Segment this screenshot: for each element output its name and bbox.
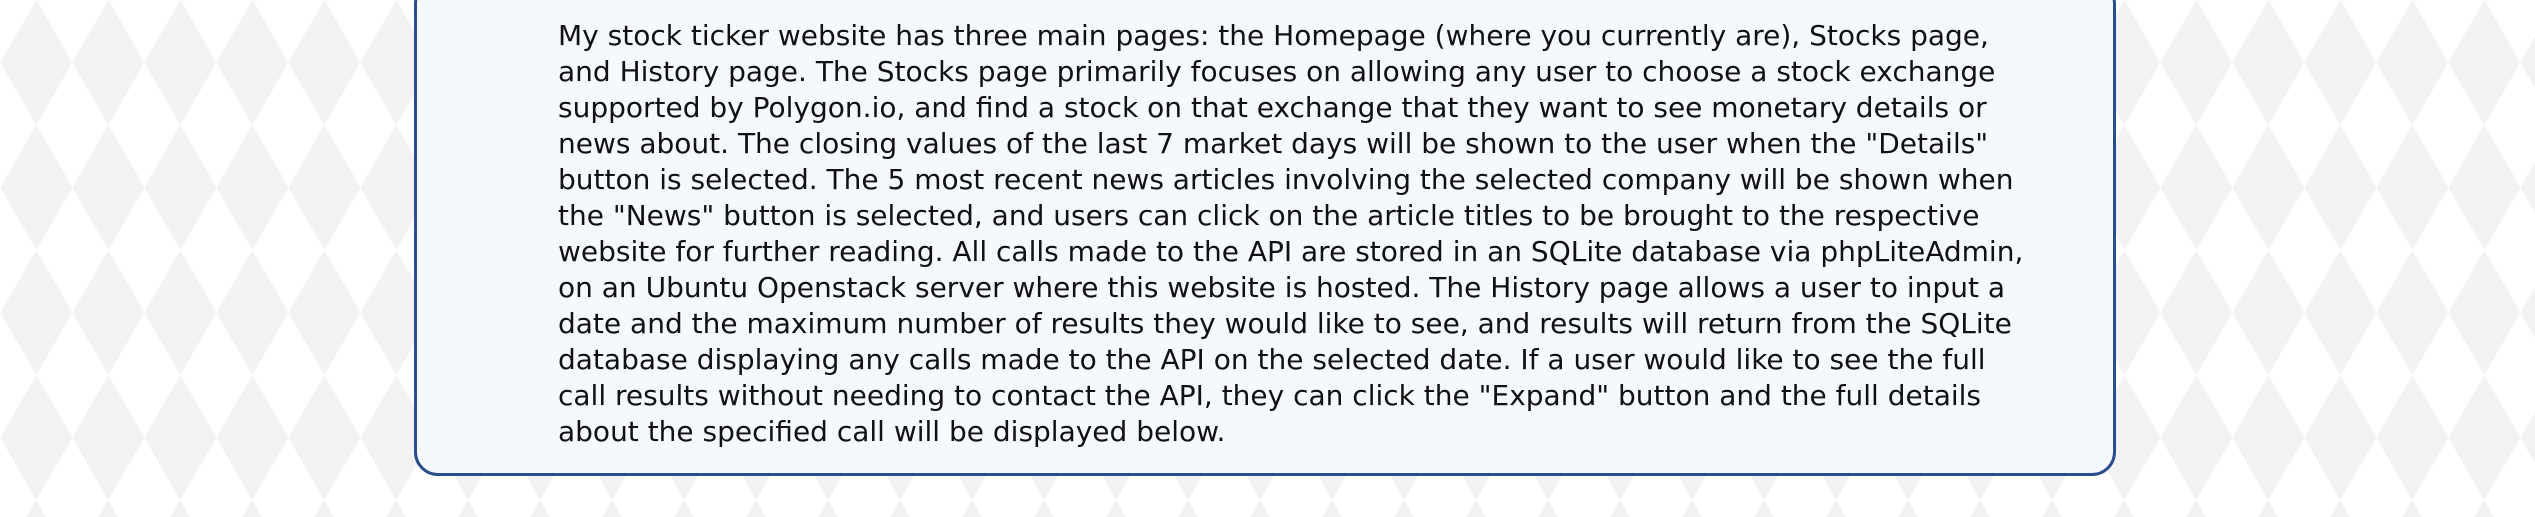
description-line: supported by Polygon.io, and find a stoc… [558,91,1987,124]
description-line: My stock ticker website has three main p… [558,19,1989,52]
description-line: date and the maximum number of results t… [558,307,2012,340]
description-line: news about. The closing values of the la… [558,127,1989,160]
description-line: and History page. The Stocks page primar… [558,55,1996,88]
description-line: the "News" button is selected, and users… [558,199,1980,232]
description-line: on an Ubuntu Openstack server where this… [558,271,2005,304]
description-line: button is selected. The 5 most recent ne… [558,163,2014,196]
description-line: website for further reading. All calls m… [558,235,2024,268]
description-card: My stock ticker website has three main p… [414,0,2116,476]
description-paragraph: My stock ticker website has three main p… [558,18,2024,450]
description-line: call results without needing to contact … [558,379,1982,412]
description-line: about the specified call will be display… [558,415,1226,448]
description-line: database displaying any calls made to th… [558,343,1986,376]
